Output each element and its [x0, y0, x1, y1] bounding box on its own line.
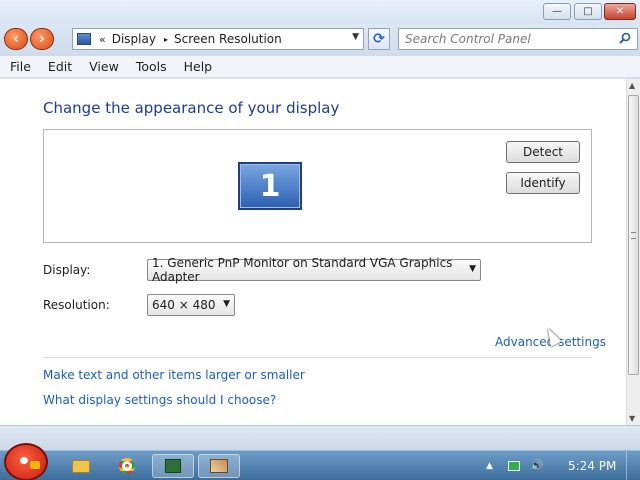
menu-bar: File Edit View Tools Help — [0, 56, 640, 78]
detect-button[interactable]: Detect — [506, 141, 580, 163]
menu-tools[interactable]: Tools — [130, 59, 173, 74]
display-label: Display: — [43, 263, 91, 277]
volume-icon[interactable]: 🔊 — [530, 459, 544, 472]
menu-file[interactable]: File — [4, 59, 37, 74]
monitor-arrangement-panel: 1 Detect Identify — [43, 129, 592, 243]
menu-edit[interactable]: Edit — [42, 59, 78, 74]
control-panel-icon — [77, 33, 91, 45]
show-hidden-icons[interactable]: ▲ — [486, 461, 493, 471]
resolution-label: Resolution: — [43, 298, 110, 312]
scroll-up-icon[interactable]: ▲ — [629, 81, 635, 90]
breadcrumb-overflow[interactable]: « — [99, 33, 106, 46]
taskbar: ▲ 🔊 5:24 PM — [0, 443, 640, 480]
maximize-button[interactable]: □ — [574, 3, 602, 20]
clock[interactable]: 5:24 PM — [568, 459, 616, 473]
vertical-scrollbar[interactable]: ▲ ▼ — [626, 79, 640, 425]
network-icon[interactable] — [508, 461, 520, 471]
minimize-button[interactable]: — — [543, 3, 571, 20]
breadcrumb-display[interactable]: Display — [112, 32, 156, 46]
chevron-down-icon: ▼ — [223, 299, 230, 309]
taskbar-chrome[interactable] — [106, 454, 148, 478]
breadcrumb-screen-resolution[interactable]: Screen Resolution — [174, 32, 282, 46]
show-desktop-button[interactable] — [626, 451, 640, 480]
scrollbar-thumb[interactable] — [628, 95, 639, 375]
menu-view[interactable]: View — [83, 59, 125, 74]
scrollbar-grip-icon — [631, 232, 636, 239]
paint-icon — [210, 459, 228, 473]
divider — [43, 357, 592, 358]
menu-help[interactable]: Help — [178, 59, 219, 74]
breadcrumb-arrow-icon[interactable]: ▸ — [164, 35, 168, 44]
navigation-bar: ‹ › « Display ▸ Screen Resolution ▼ ⟳ — [0, 24, 640, 56]
status-strip — [0, 425, 640, 450]
scroll-down-icon[interactable]: ▼ — [629, 414, 635, 423]
monitor-number: 1 — [259, 168, 281, 204]
resolution-select[interactable]: 640 × 480 ▼ — [147, 294, 235, 316]
forward-button[interactable]: › — [30, 28, 54, 50]
address-dropdown-icon[interactable]: ▼ — [352, 32, 359, 42]
address-bar[interactable]: « Display ▸ Screen Resolution ▼ — [72, 28, 364, 50]
control-panel-icon — [165, 459, 181, 473]
display-select-value: 1. Generic PnP Monitor on Standard VGA G… — [152, 256, 453, 284]
monitor-1-tile[interactable]: 1 — [238, 162, 302, 210]
title-bar: — □ ✕ — [0, 0, 640, 24]
taskbar-explorer[interactable] — [60, 454, 102, 478]
page-title: Change the appearance of your display — [43, 99, 340, 117]
folder-icon — [72, 459, 90, 473]
display-select[interactable]: 1. Generic PnP Monitor on Standard VGA G… — [147, 256, 481, 284]
close-button[interactable]: ✕ — [604, 3, 636, 20]
search-box[interactable] — [398, 28, 638, 50]
search-icon[interactable] — [619, 32, 631, 44]
identify-button[interactable]: Identify — [506, 172, 580, 194]
angry-bird-beak — [30, 461, 40, 469]
refresh-button[interactable]: ⟳ — [368, 28, 390, 50]
main-content: Change the appearance of your display 1 … — [0, 79, 626, 425]
display-settings-help-link[interactable]: What display settings should I choose? — [43, 393, 276, 407]
taskbar-control-panel[interactable] — [152, 454, 194, 478]
search-input[interactable] — [399, 29, 609, 49]
start-button-icon[interactable] — [4, 443, 48, 480]
resolution-select-value: 640 × 480 — [152, 298, 216, 312]
chrome-icon — [119, 458, 135, 474]
back-button[interactable]: ‹ — [4, 28, 28, 50]
chevron-down-icon: ▼ — [469, 264, 476, 274]
taskbar-paint[interactable] — [198, 454, 240, 478]
text-size-link[interactable]: Make text and other items larger or smal… — [43, 368, 305, 382]
angry-bird-eye — [20, 457, 28, 464]
